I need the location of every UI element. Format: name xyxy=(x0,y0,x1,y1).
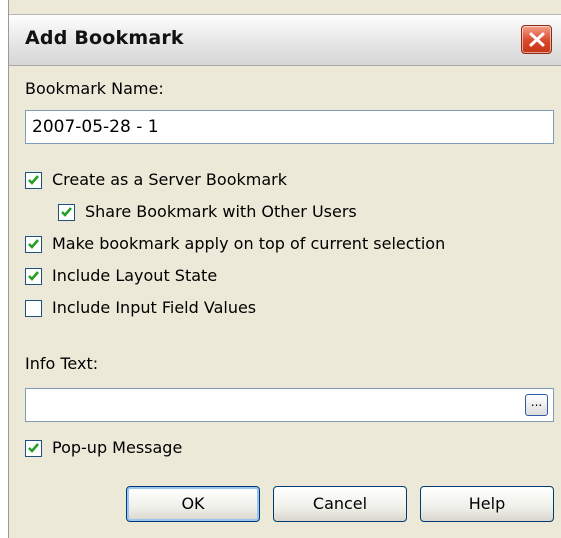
include-layout-state-label: Include Layout State xyxy=(52,266,218,285)
ok-button[interactable]: OK xyxy=(126,486,260,522)
help-button[interactable]: Help xyxy=(420,486,554,522)
apply-on-top-checkbox[interactable] xyxy=(25,236,42,253)
include-input-field-values-checkbox[interactable] xyxy=(25,300,42,317)
bookmark-name-input[interactable]: 2007-05-28 - 1 xyxy=(25,110,554,144)
bookmark-name-label: Bookmark Name: xyxy=(25,79,164,98)
checkmark-icon xyxy=(28,239,39,249)
include-layout-state-checkbox[interactable] xyxy=(25,268,42,285)
apply-on-top-label: Make bookmark apply on top of current se… xyxy=(52,234,446,253)
popup-message-checkbox[interactable] xyxy=(25,440,42,457)
include-input-field-values-label: Include Input Field Values xyxy=(52,298,257,317)
browse-button[interactable]: ... xyxy=(525,394,548,416)
popup-message-label: Pop-up Message xyxy=(52,438,183,457)
cancel-button[interactable]: Cancel xyxy=(273,486,407,522)
checkmark-icon xyxy=(28,175,39,185)
info-text-label: Info Text: xyxy=(25,354,99,373)
create-server-bookmark-checkbox[interactable] xyxy=(25,172,42,189)
window-title: Add Bookmark xyxy=(25,27,184,49)
checkmark-icon xyxy=(61,207,72,217)
share-bookmark-label: Share Bookmark with Other Users xyxy=(85,202,357,221)
checkmark-icon xyxy=(28,443,39,453)
info-text-input[interactable] xyxy=(25,388,554,422)
checkmark-icon xyxy=(28,271,39,281)
add-bookmark-dialog: Add Bookmark Bookmark Name: 2007-05-28 -… xyxy=(8,0,561,538)
create-server-bookmark-label: Create as a Server Bookmark xyxy=(52,170,287,189)
close-button[interactable] xyxy=(521,25,552,54)
title-bar[interactable]: Add Bookmark xyxy=(9,14,561,66)
close-icon xyxy=(529,32,545,47)
share-bookmark-checkbox[interactable] xyxy=(58,204,75,221)
